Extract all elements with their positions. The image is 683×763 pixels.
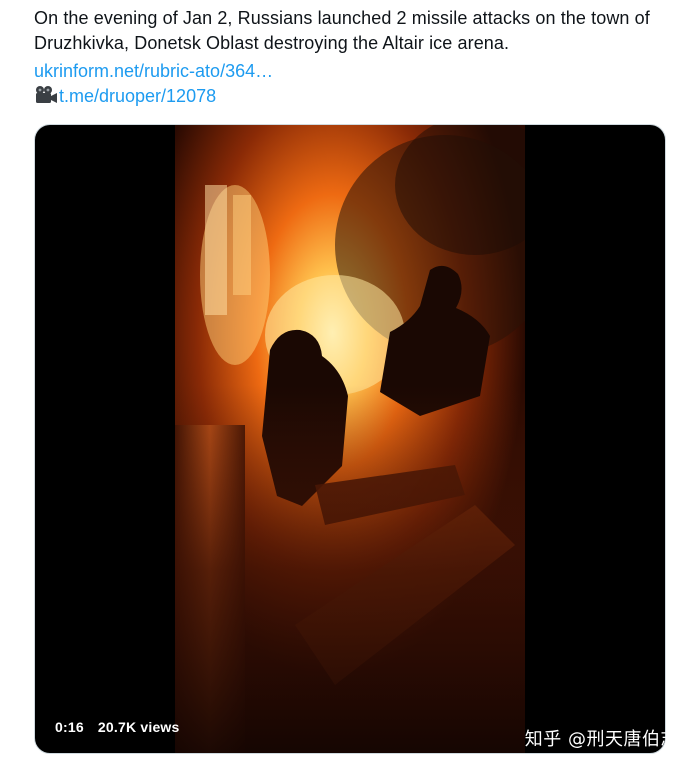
video-frame[interactable] — [175, 125, 525, 753]
tweet: On the evening of Jan 2, Russians launch… — [0, 0, 683, 763]
article-link[interactable]: ukrinform.net/rubric-ato/364… — [34, 59, 273, 84]
video-meta: 0:16 20.7K views — [55, 719, 180, 735]
video-player[interactable]: 0:16 20.7K views — [34, 124, 666, 754]
telegram-link[interactable]: t.me/druoper/12078 — [34, 84, 216, 109]
movie-camera-icon — [34, 85, 58, 105]
telegram-link-text: t.me/druoper/12078 — [59, 86, 217, 106]
video-views: 20.7K views — [97, 719, 180, 735]
watermark: 知乎 @刑天唐伯志 — [524, 729, 679, 750]
video-duration: 0:16 — [55, 719, 84, 735]
tweet-text: On the evening of Jan 2, Russians launch… — [34, 8, 650, 53]
